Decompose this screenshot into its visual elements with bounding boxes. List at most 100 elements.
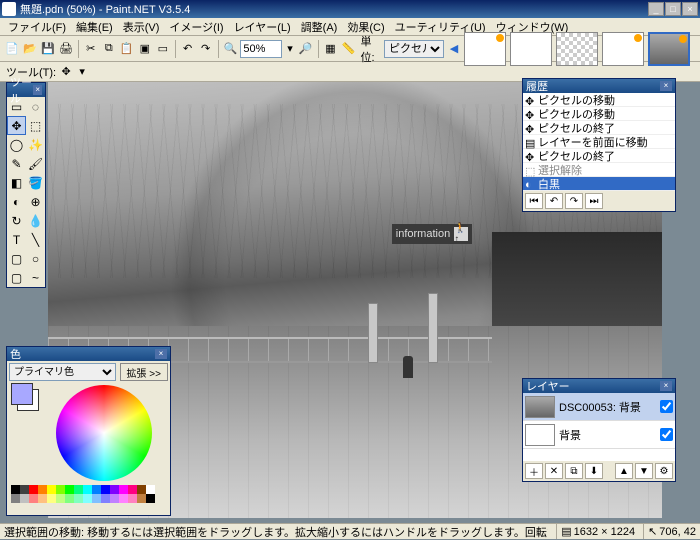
palette-cell[interactable] [83, 485, 92, 494]
maximize-button[interactable]: □ [665, 2, 681, 16]
layer-delete[interactable]: ✕ [545, 463, 563, 479]
tool-bucket[interactable]: 🪣 [26, 173, 45, 192]
minimize-button[interactable]: _ [648, 2, 664, 16]
tool-move-selection[interactable]: ✥ [7, 116, 26, 135]
tool-rounded-rect[interactable]: ▢ [7, 268, 26, 287]
palette-cell[interactable] [56, 485, 65, 494]
tool-rect[interactable]: ▢ [7, 249, 26, 268]
color-wheel[interactable] [56, 385, 152, 481]
palette-cell[interactable] [92, 494, 101, 503]
colors-panel[interactable]: 色× プライマリ色 拡張 >> [6, 346, 171, 516]
colors-more-button[interactable]: 拡張 >> [120, 363, 168, 381]
palette-cell[interactable] [65, 485, 74, 494]
palette-cell[interactable] [20, 485, 29, 494]
crop-button[interactable]: ▣ [137, 39, 153, 59]
history-forward[interactable]: ⏭ [585, 193, 603, 209]
menu-view[interactable]: 表示(V) [119, 18, 164, 36]
ruler-button[interactable]: 📏 [340, 39, 356, 59]
menu-edit[interactable]: 編集(E) [72, 18, 117, 36]
palette-cell[interactable] [74, 494, 83, 503]
active-tool-icon[interactable]: ✥ [56, 62, 76, 82]
palette-cell[interactable] [146, 485, 155, 494]
layer-add[interactable]: ＋ [525, 463, 543, 479]
palette-cell[interactable] [11, 485, 20, 494]
print-button[interactable]: 🖨 [58, 39, 74, 59]
history-item[interactable]: ◐白黒 [523, 177, 675, 191]
layer-visibility[interactable] [660, 400, 673, 413]
color-swatches[interactable] [11, 383, 41, 413]
zoom-in-button[interactable]: 🔎 [298, 39, 314, 59]
layer-up[interactable]: ▲ [615, 463, 633, 479]
zoom-dropdown[interactable]: ▾ [284, 39, 295, 59]
save-button[interactable]: 💾 [40, 39, 56, 59]
palette-cell[interactable] [83, 494, 92, 503]
menu-image[interactable]: イメージ(I) [165, 18, 227, 36]
tools-panel-close[interactable]: × [33, 85, 42, 95]
cut-button[interactable]: ✂ [83, 39, 99, 59]
color-palette[interactable] [7, 483, 167, 505]
palette-cell[interactable] [65, 494, 74, 503]
palette-cell[interactable] [29, 485, 38, 494]
tool-lasso[interactable]: ◌ [26, 97, 45, 116]
copy-button[interactable]: ⧉ [101, 39, 117, 59]
palette-cell[interactable] [74, 485, 83, 494]
layer-item[interactable]: DSC00053: 背景 [523, 393, 675, 421]
history-rewind[interactable]: ⏮ [525, 193, 543, 209]
palette-cell[interactable] [47, 494, 56, 503]
thumb-4[interactable] [602, 32, 644, 66]
undo-button[interactable]: ↶ [180, 39, 196, 59]
palette-cell[interactable] [146, 494, 155, 503]
palette-cell[interactable] [38, 485, 47, 494]
history-redo[interactable]: ↷ [565, 193, 583, 209]
zoom-input[interactable] [240, 40, 282, 58]
open-button[interactable]: 📂 [22, 39, 38, 59]
palette-cell[interactable] [92, 485, 101, 494]
tool-magic-wand[interactable]: ✨ [26, 135, 45, 154]
tool-rect-select[interactable]: ▭ [7, 97, 26, 116]
palette-cell[interactable] [29, 494, 38, 503]
tool-pencil[interactable]: ✎ [7, 154, 26, 173]
tool-eraser[interactable]: ◧ [7, 173, 26, 192]
layer-down[interactable]: ▼ [635, 463, 653, 479]
layer-duplicate[interactable]: ⧉ [565, 463, 583, 479]
colors-panel-close[interactable]: × [155, 349, 167, 359]
color-mode-select[interactable]: プライマリ色 [9, 363, 116, 381]
tool-ellipse-select[interactable]: ◯ [7, 135, 26, 154]
palette-cell[interactable] [137, 494, 146, 503]
menu-adjust[interactable]: 調整(A) [297, 18, 342, 36]
layer-merge[interactable]: ⬇ [585, 463, 603, 479]
tool-recolor[interactable]: ↻ [7, 211, 26, 230]
tool-brush[interactable]: 🖌 [26, 154, 45, 173]
redo-button[interactable]: ↷ [198, 39, 214, 59]
palette-cell[interactable] [128, 494, 137, 503]
tool-eyedropper[interactable]: 💧 [26, 211, 45, 230]
tool-move-pixels[interactable]: ⬚ [26, 116, 45, 135]
thumb-5[interactable] [648, 32, 690, 66]
zoom-out-button[interactable]: 🔍 [222, 39, 238, 59]
history-panel-close[interactable]: × [660, 81, 672, 91]
layers-panel-close[interactable]: × [660, 381, 672, 391]
palette-cell[interactable] [128, 485, 137, 494]
palette-cell[interactable] [56, 494, 65, 503]
palette-cell[interactable] [137, 485, 146, 494]
palette-cell[interactable] [119, 494, 128, 503]
new-button[interactable]: 📄 [4, 39, 20, 59]
paste-button[interactable]: 📋 [119, 39, 135, 59]
palette-cell[interactable] [101, 494, 110, 503]
palette-cell[interactable] [47, 485, 56, 494]
tool-text[interactable]: T [7, 230, 26, 249]
history-undo[interactable]: ↶ [545, 193, 563, 209]
tool-clone[interactable]: ⊕ [26, 192, 45, 211]
tool-ellipse[interactable]: ○ [26, 249, 45, 268]
primary-color[interactable] [11, 383, 33, 405]
tool-line[interactable]: ╲ [26, 230, 45, 249]
palette-cell[interactable] [101, 485, 110, 494]
thumb-2[interactable] [510, 32, 552, 66]
palette-cell[interactable] [11, 494, 20, 503]
layer-item[interactable]: 背景 [523, 421, 675, 449]
prev-image-button[interactable]: ◀ [446, 39, 462, 59]
palette-cell[interactable] [20, 494, 29, 503]
thumb-1[interactable] [464, 32, 506, 66]
palette-cell[interactable] [119, 485, 128, 494]
menu-layers[interactable]: レイヤー(L) [230, 18, 295, 36]
